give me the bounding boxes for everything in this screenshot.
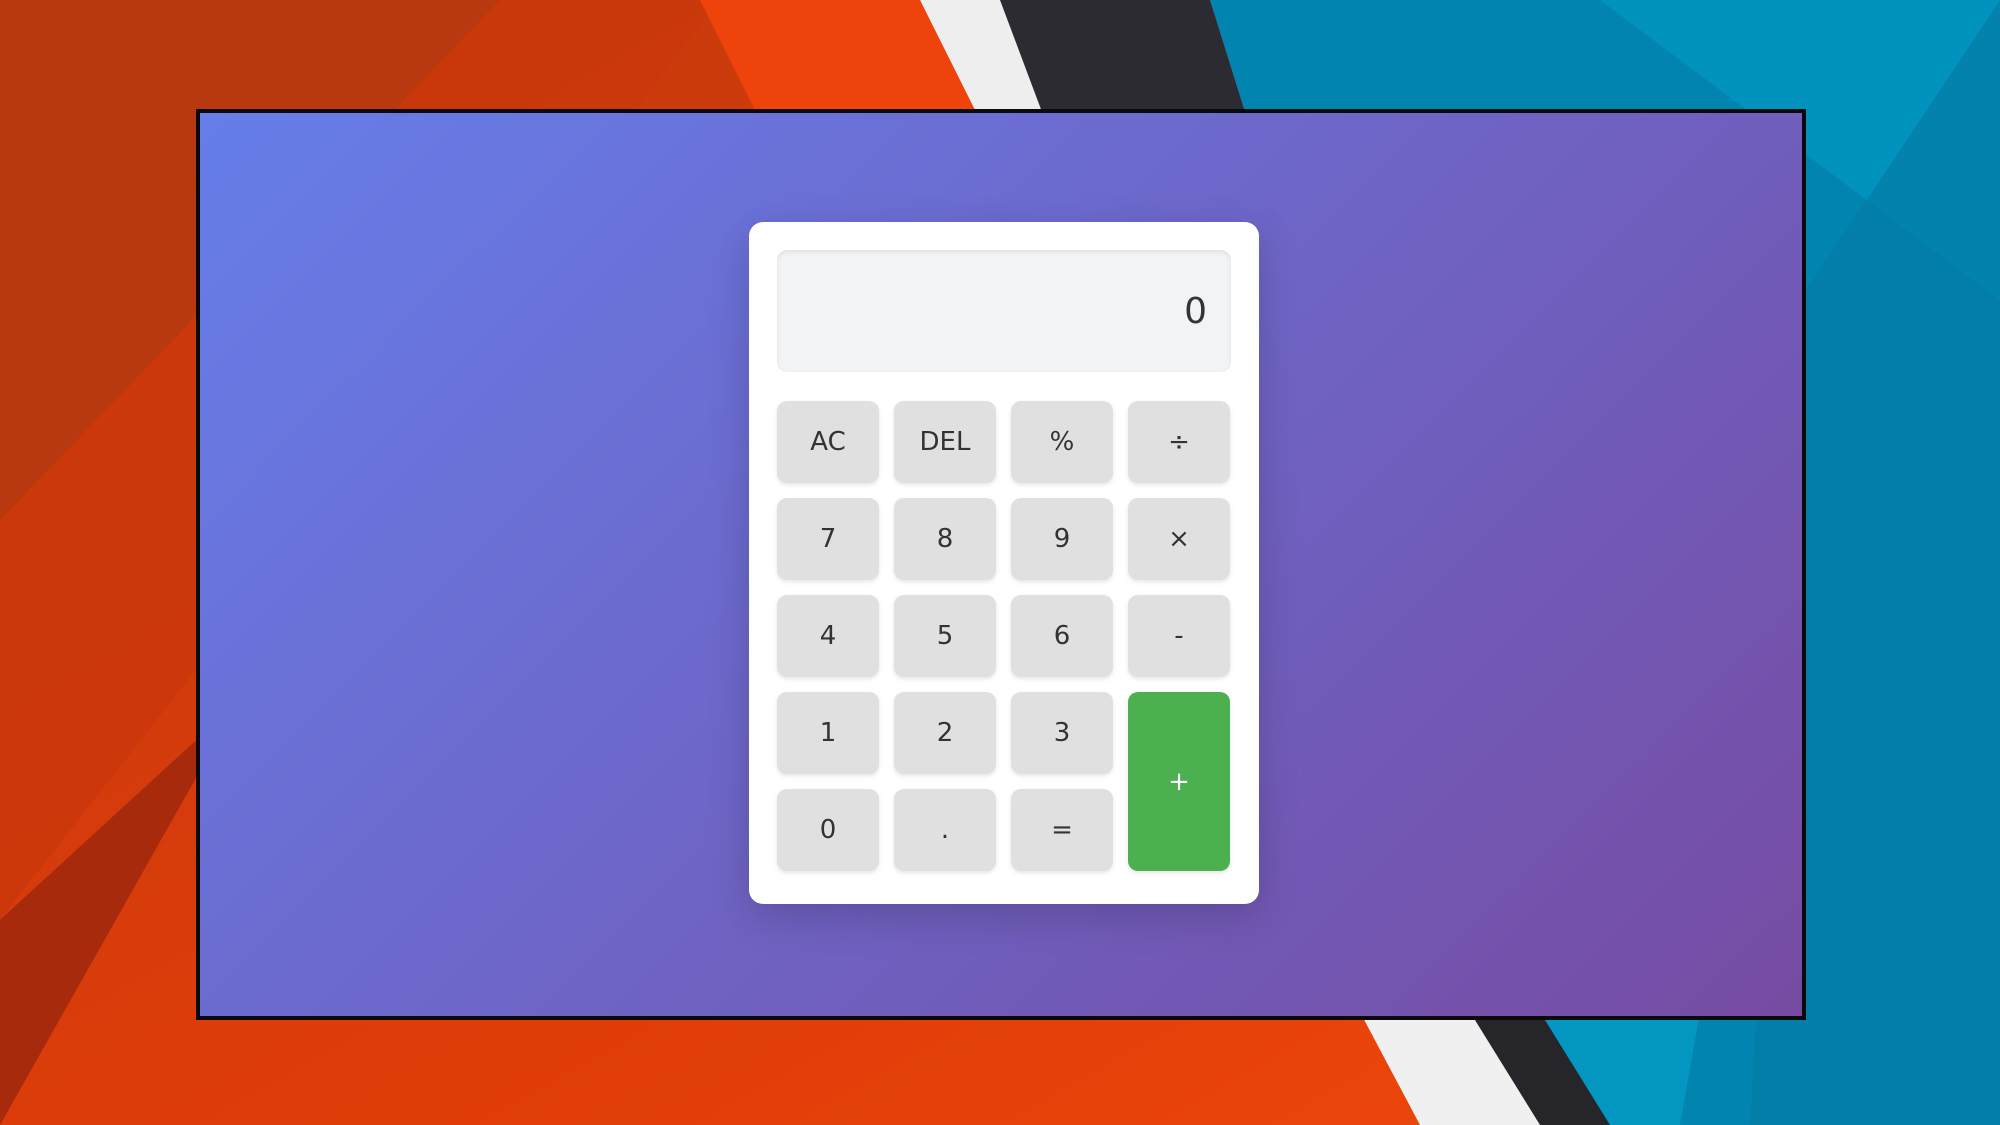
percent-button[interactable]: % [1011,401,1113,483]
decimal-point-button[interactable]: . [894,789,996,871]
all-clear-button[interactable]: AC [777,401,879,483]
digit-9-button[interactable]: 9 [1011,498,1113,580]
digit-5-button[interactable]: 5 [894,595,996,677]
calculator: 0 AC DEL % ÷ 7 8 9 × 4 5 6 - 1 2 3 + 0 .… [749,222,1259,904]
desktop: 0 AC DEL % ÷ 7 8 9 × 4 5 6 - 1 2 3 + 0 .… [0,0,2000,1125]
digit-2-button[interactable]: 2 [894,692,996,774]
digit-3-button[interactable]: 3 [1011,692,1113,774]
calculator-display: 0 [777,250,1231,372]
digit-7-button[interactable]: 7 [777,498,879,580]
minus-button[interactable]: - [1128,595,1230,677]
digit-6-button[interactable]: 6 [1011,595,1113,677]
display-value: 0 [1184,290,1207,332]
digit-8-button[interactable]: 8 [894,498,996,580]
plus-button[interactable]: + [1128,692,1230,871]
multiply-button[interactable]: × [1128,498,1230,580]
digit-4-button[interactable]: 4 [777,595,879,677]
equals-button[interactable]: = [1011,789,1113,871]
digit-0-button[interactable]: 0 [777,789,879,871]
divide-button[interactable]: ÷ [1128,401,1230,483]
digit-1-button[interactable]: 1 [777,692,879,774]
calculator-app-window: 0 AC DEL % ÷ 7 8 9 × 4 5 6 - 1 2 3 + 0 .… [196,109,1806,1020]
calculator-keypad: AC DEL % ÷ 7 8 9 × 4 5 6 - 1 2 3 + 0 . = [777,401,1231,874]
delete-button[interactable]: DEL [894,401,996,483]
